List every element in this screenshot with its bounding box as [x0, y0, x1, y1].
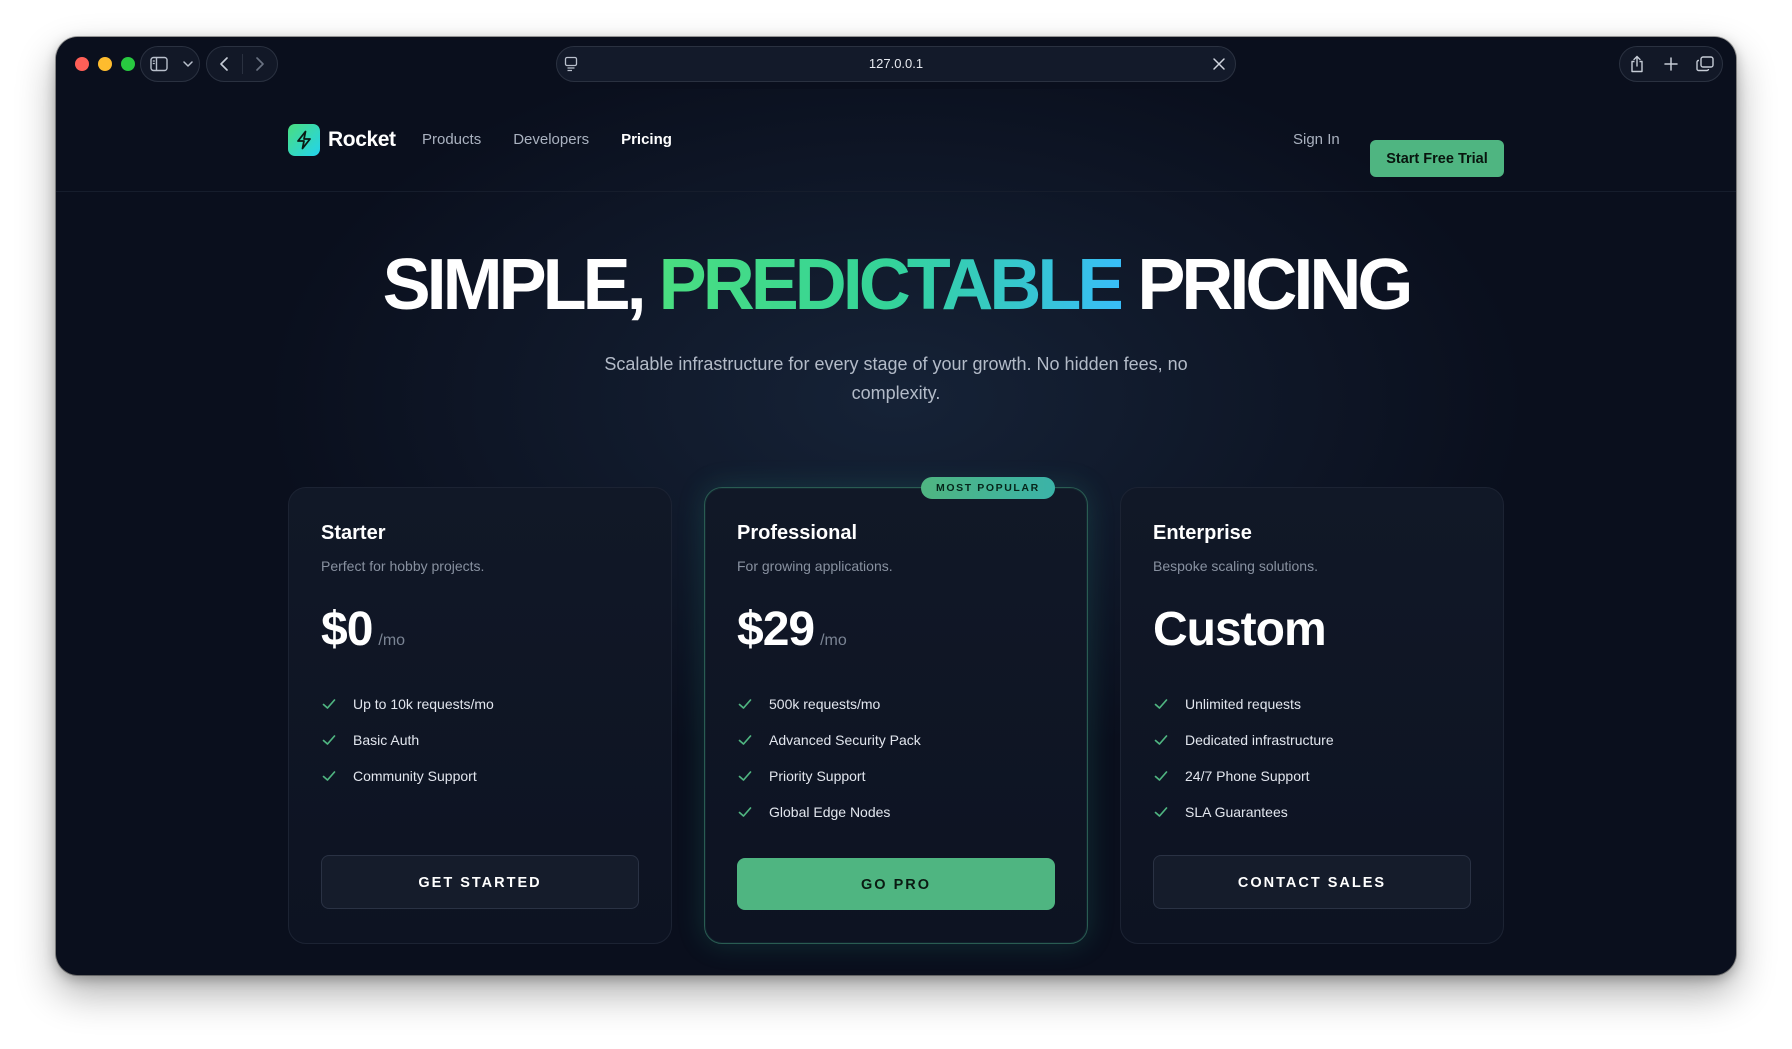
feature-item: Unlimited requests	[1153, 686, 1334, 722]
close-icon[interactable]	[1212, 57, 1226, 71]
plan-description: For growing applications.	[737, 558, 893, 574]
plan-period: /mo	[820, 632, 847, 649]
get-started-button[interactable]: GET STARTED	[321, 855, 639, 909]
tab-groups-dropdown[interactable]	[177, 47, 199, 81]
plan-price: Custom	[1153, 603, 1327, 656]
check-icon	[737, 804, 753, 820]
plan-period: /mo	[378, 632, 406, 649]
sidebar-icon	[150, 56, 168, 72]
feature-label: Priority Support	[769, 768, 866, 784]
feature-item: Community Support	[321, 758, 494, 794]
plan-description: Perfect for hobby projects.	[321, 558, 485, 574]
feature-item: Priority Support	[737, 758, 921, 794]
feature-label: SLA Guarantees	[1185, 804, 1288, 820]
share-button[interactable]	[1620, 47, 1654, 81]
maximize-window-button[interactable]	[121, 57, 135, 71]
check-icon	[737, 696, 753, 712]
check-icon	[737, 768, 753, 784]
check-icon	[1153, 768, 1169, 784]
check-icon	[321, 732, 337, 748]
feature-item: Advanced Security Pack	[737, 722, 921, 758]
plan-price-row: Custom	[1153, 603, 1327, 656]
history-nav-group	[206, 46, 278, 82]
check-icon	[1153, 732, 1169, 748]
feature-item: Up to 10k requests/mo	[321, 686, 494, 722]
feature-item: Dedicated infrastructure	[1153, 722, 1334, 758]
plan-features: 500k requests/mo Advanced Security Pack …	[737, 686, 921, 830]
feature-label: Community Support	[353, 768, 477, 784]
feature-item: Basic Auth	[321, 722, 494, 758]
feature-label: 24/7 Phone Support	[1185, 768, 1310, 784]
pricing-page: Rocket Products Developers Pricing Sign …	[56, 89, 1736, 975]
feature-label: Basic Auth	[353, 732, 420, 748]
most-popular-badge: MOST POPULAR	[921, 477, 1055, 499]
feature-label: 500k requests/mo	[769, 696, 881, 712]
plan-name: Professional	[737, 522, 858, 544]
plus-icon	[1664, 57, 1678, 71]
plan-price-row: $0 /mo	[321, 606, 405, 654]
plan-name: Enterprise	[1153, 522, 1252, 544]
feature-item: Global Edge Nodes	[737, 794, 921, 830]
tab-overview-button[interactable]	[1688, 47, 1722, 81]
check-icon	[321, 696, 337, 712]
sidebar-toggle-group	[140, 46, 200, 82]
feature-label: Advanced Security Pack	[769, 732, 921, 748]
chevron-left-icon	[220, 57, 229, 71]
browser-window: 127.0.0.1 Rocket Products Developers Pri…	[56, 37, 1736, 975]
plan-name: Starter	[321, 522, 386, 544]
minimize-window-button[interactable]	[98, 57, 112, 71]
chevron-right-icon	[255, 57, 264, 71]
check-icon	[321, 768, 337, 784]
plan-price: $0	[321, 603, 373, 656]
plan-price-row: $29 /mo	[737, 606, 847, 654]
forward-button[interactable]	[242, 47, 277, 81]
feature-item: 500k requests/mo	[737, 686, 921, 722]
feature-label: Dedicated infrastructure	[1185, 732, 1334, 748]
feature-item: SLA Guarantees	[1153, 794, 1334, 830]
check-icon	[737, 732, 753, 748]
browser-toolbar: 127.0.0.1	[56, 37, 1736, 89]
new-tab-button[interactable]	[1654, 47, 1688, 81]
feature-label: Global Edge Nodes	[769, 804, 891, 820]
check-icon	[1153, 804, 1169, 820]
pricing-cards: Starter Perfect for hobby projects. $0 /…	[56, 89, 1736, 975]
plan-price: $29	[737, 603, 815, 656]
address-bar[interactable]: 127.0.0.1	[556, 46, 1236, 82]
chevron-down-icon	[183, 61, 193, 67]
back-button[interactable]	[207, 47, 242, 81]
contact-sales-button[interactable]: CONTACT SALES	[1153, 855, 1471, 909]
plan-features: Unlimited requests Dedicated infrastruct…	[1153, 686, 1334, 830]
tabs-overview-icon	[1696, 56, 1714, 72]
plan-card-enterprise: Enterprise Bespoke scaling solutions. Cu…	[1120, 487, 1504, 944]
check-icon	[1153, 696, 1169, 712]
sidebar-toggle-button[interactable]	[141, 47, 177, 81]
url-text: 127.0.0.1	[868, 56, 924, 71]
window-actions-group	[1619, 46, 1723, 82]
close-window-button[interactable]	[75, 57, 89, 71]
feature-label: Unlimited requests	[1185, 696, 1301, 712]
plan-card-starter: Starter Perfect for hobby projects. $0 /…	[288, 487, 672, 944]
plan-card-professional: MOST POPULAR Professional For growing ap…	[704, 477, 1088, 944]
share-icon	[1631, 55, 1643, 73]
feature-label: Up to 10k requests/mo	[353, 696, 494, 712]
go-pro-button[interactable]: GO PRO	[737, 858, 1055, 910]
feature-item: 24/7 Phone Support	[1153, 758, 1334, 794]
plan-description: Bespoke scaling solutions.	[1153, 558, 1318, 574]
plan-features: Up to 10k requests/mo Basic Auth Communi…	[321, 686, 494, 794]
